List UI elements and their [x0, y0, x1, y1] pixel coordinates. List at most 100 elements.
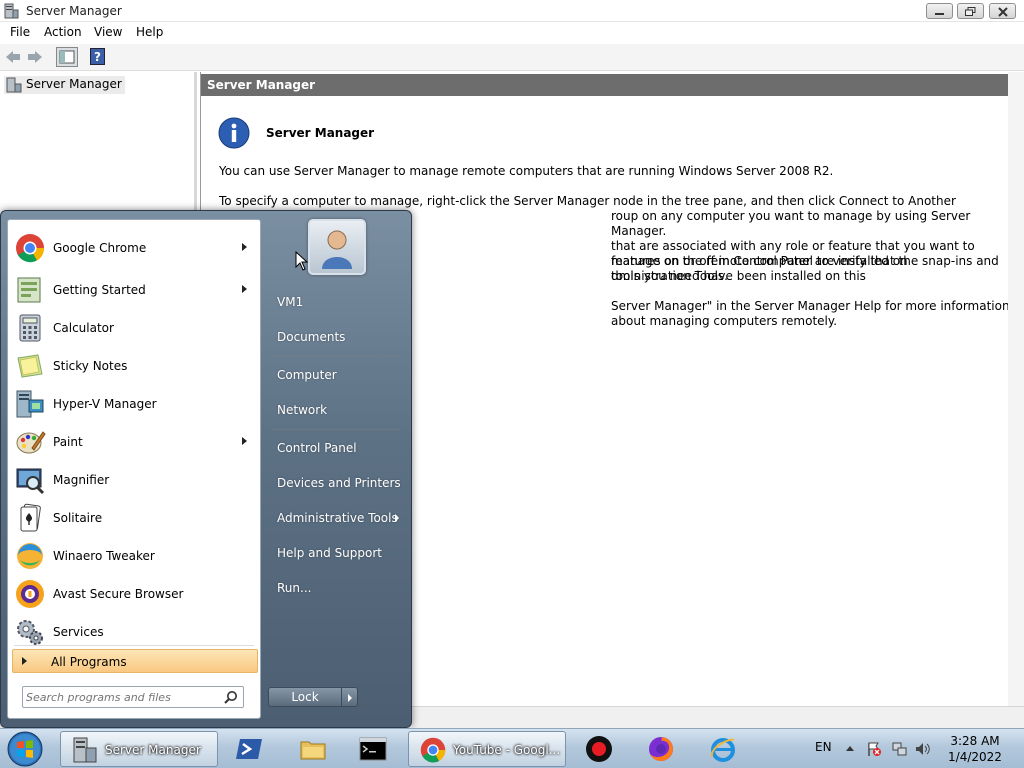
user-avatar[interactable] — [308, 219, 366, 275]
hyper-v-icon — [16, 390, 44, 418]
mouse-cursor-icon — [295, 251, 309, 271]
start-right-control-panel[interactable]: Control Panel — [277, 441, 357, 455]
powershell-icon — [236, 739, 262, 759]
taskbar-powershell[interactable] — [222, 732, 278, 766]
calculator-icon — [19, 314, 41, 342]
minimize-button[interactable] — [926, 3, 953, 19]
show-hide-console-tree-icon[interactable] — [56, 47, 78, 67]
restore-button[interactable] — [957, 3, 984, 19]
action-center-icon[interactable] — [866, 741, 882, 757]
submenu-arrow-icon — [242, 243, 247, 251]
language-indicator[interactable]: EN — [815, 740, 832, 754]
magnifier-icon — [16, 468, 45, 495]
start-right-network[interactable]: Network — [277, 403, 327, 417]
submenu-arrow-icon — [242, 437, 247, 445]
start-right-computer[interactable]: Computer — [277, 368, 337, 382]
program-avast-secure-browser[interactable]: Avast Secure Browser — [10, 576, 258, 612]
start-right-devices-printers[interactable]: Devices and Printers — [277, 476, 401, 490]
menu-view[interactable]: View — [94, 25, 122, 39]
menu-bar: File Action View Help — [0, 22, 1024, 44]
internet-explorer-icon — [710, 738, 735, 762]
window-titlebar: Server Manager — [0, 0, 1024, 22]
program-label: Solitaire — [53, 511, 103, 525]
sticky-notes-icon — [17, 354, 43, 378]
submenu-arrow-icon — [395, 514, 399, 522]
taskbar-recorder[interactable] — [572, 732, 628, 766]
window-title: Server Manager — [26, 4, 122, 18]
program-getting-started[interactable]: Getting Started — [10, 272, 258, 308]
user-avatar-icon — [322, 230, 352, 269]
taskbar-chrome-youtube[interactable]: YouTube - Googl... — [408, 731, 566, 767]
help-icon[interactable]: ? — [90, 48, 106, 66]
services-icon — [17, 620, 43, 645]
program-winaero-tweaker[interactable]: Winaero Tweaker — [10, 538, 258, 574]
taskbar-label: Server Manager — [105, 743, 201, 757]
start-right-administrative-tools[interactable]: Administrative Tools — [277, 511, 398, 525]
record-icon — [586, 736, 612, 762]
menu-action[interactable]: Action — [44, 25, 82, 39]
lock-button[interactable]: Lock — [268, 687, 342, 707]
program-hyper-v-manager[interactable]: Hyper-V Manager — [10, 386, 258, 422]
server-manager-node-icon — [6, 77, 22, 93]
tree-node-label: Server Manager — [26, 77, 122, 91]
program-solitaire[interactable]: Solitaire — [10, 500, 258, 536]
forward-arrow-icon[interactable] — [26, 48, 44, 66]
status-bar — [412, 706, 1024, 728]
server-manager-app-icon — [4, 3, 19, 19]
chrome-icon — [420, 737, 446, 763]
menu-help[interactable]: Help — [136, 25, 163, 39]
minimize-icon — [935, 13, 944, 15]
network-icon[interactable] — [892, 741, 908, 757]
start-right-run[interactable]: Run... — [277, 581, 311, 595]
all-programs-button[interactable]: All Programs — [12, 649, 258, 673]
close-button[interactable] — [989, 3, 1016, 19]
command-prompt-icon — [359, 737, 387, 761]
start-search-box[interactable] — [22, 686, 244, 708]
programs-separator — [14, 645, 254, 646]
svg-text:?: ? — [94, 50, 101, 64]
program-calculator[interactable]: Calculator — [10, 310, 258, 346]
start-search-input[interactable] — [26, 689, 216, 705]
volume-icon[interactable] — [914, 741, 930, 757]
firefox-icon — [649, 737, 673, 761]
clock-date[interactable]: 1/4/2022 — [940, 750, 1010, 764]
program-label: Getting Started — [53, 283, 146, 297]
shutdown-options-button[interactable] — [341, 687, 358, 707]
program-sticky-notes[interactable]: Sticky Notes — [10, 348, 258, 384]
content-scrollbar[interactable] — [1008, 72, 1024, 732]
restore-icon — [965, 7, 976, 16]
program-label: Hyper-V Manager — [53, 397, 157, 411]
menu-file[interactable]: File — [10, 25, 30, 39]
taskbar-file-explorer[interactable] — [286, 732, 342, 766]
program-google-chrome[interactable]: Google Chrome — [10, 230, 258, 266]
start-orb-icon[interactable] — [6, 730, 44, 768]
paragraph-help: Server Manager" in the Server Manager He… — [611, 299, 1010, 328]
paint-icon — [16, 431, 46, 454]
start-right-help-support[interactable]: Help and Support — [277, 546, 382, 560]
program-label: Sticky Notes — [53, 359, 128, 373]
avast-icon — [16, 580, 44, 608]
start-right-user[interactable]: VM1 — [277, 295, 303, 309]
program-magnifier[interactable]: Magnifier — [10, 462, 258, 498]
folder-icon — [300, 741, 326, 760]
close-icon — [998, 7, 1008, 17]
start-menu-programs-pane: Google Chrome Getting Started Calculator — [7, 219, 261, 719]
clock-time[interactable]: 3:28 AM — [940, 734, 1010, 748]
tree-node-server-manager[interactable]: Server Manager — [4, 76, 125, 94]
taskbar-internet-explorer[interactable] — [696, 732, 752, 766]
taskbar-server-manager[interactable]: Server Manager — [60, 731, 218, 767]
all-programs-arrow-icon — [22, 657, 27, 665]
back-arrow-icon[interactable] — [4, 48, 22, 66]
program-label: Services — [53, 625, 104, 639]
show-hidden-icons-icon[interactable] — [846, 746, 854, 751]
taskbar-firefox[interactable] — [634, 732, 690, 766]
paragraph-admin-tools: dministration Tools. — [611, 269, 728, 283]
submenu-arrow-icon — [242, 285, 247, 293]
program-label: Avast Secure Browser — [53, 587, 184, 601]
program-paint[interactable]: Paint — [10, 424, 258, 460]
start-right-documents[interactable]: Documents — [277, 330, 345, 344]
taskbar-label: YouTube - Googl... — [453, 743, 561, 757]
toolbar: ? — [0, 44, 1024, 71]
taskbar-command-prompt[interactable] — [346, 732, 402, 766]
taskbar: Server Manager YouTube - Googl... EN 3:2… — [0, 728, 1024, 768]
